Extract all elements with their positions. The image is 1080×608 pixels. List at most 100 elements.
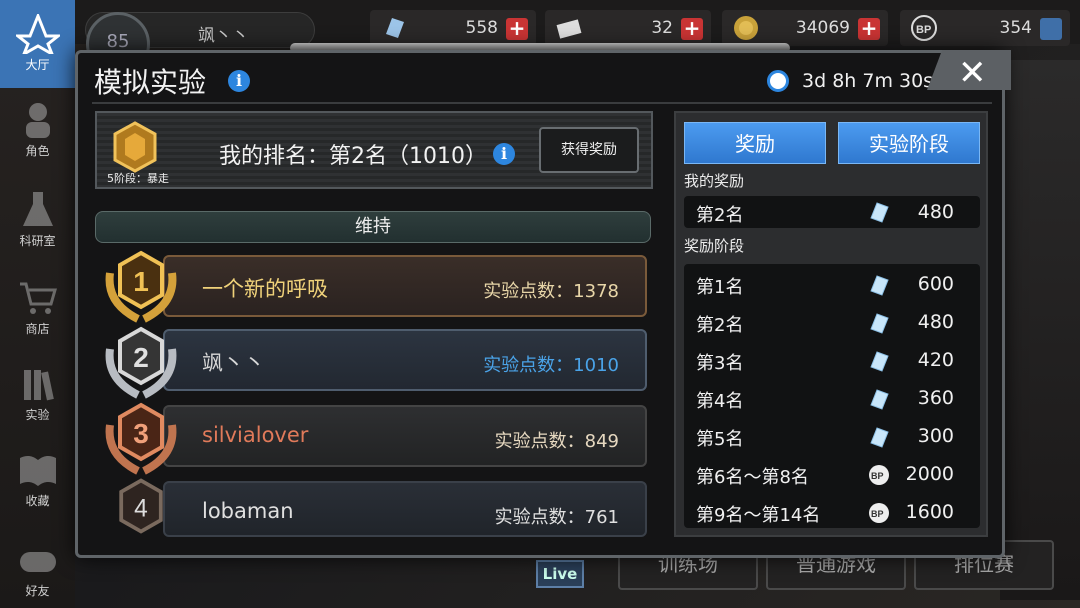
player-name: 飒丶丶	[202, 351, 265, 375]
ranking-row-4[interactable]: lobaman 实验点数：761	[163, 481, 647, 537]
sidebar-item-label: 角色	[25, 144, 50, 158]
reward-stage-item: 第1名 600	[684, 266, 980, 304]
reward-stage-item: 第4名 360	[684, 380, 980, 418]
diamond-icon	[870, 313, 889, 334]
sidebar-item-label: 好友	[25, 584, 50, 598]
coin-icon	[734, 16, 758, 40]
resource-value: 32	[651, 18, 673, 38]
reward-panel: 奖励 实验阶段 我的奖励 第2名 480 奖励阶段 第1名 600 第2名 48…	[674, 111, 988, 537]
tab-experiment-stage[interactable]: 实验阶段	[838, 122, 980, 164]
character-icon	[25, 103, 50, 138]
ranking-row-1[interactable]: 一个新的呼吸 实验点数：1378	[163, 255, 647, 317]
diamond-icon	[870, 427, 889, 448]
reward-stage-item: 第2名 480	[684, 304, 980, 342]
resource-bp[interactable]: BP 354	[900, 10, 1070, 46]
diamond-icon	[870, 202, 889, 223]
status-bar: 维持	[95, 211, 651, 243]
resource-value: 354	[999, 18, 1032, 38]
rank-1-medal-icon: 1	[105, 250, 177, 323]
player-points: 实验点数：1378	[483, 281, 619, 302]
flask-icon	[22, 192, 53, 226]
bp-icon: BP	[869, 465, 889, 485]
reward-value: 2000	[905, 463, 954, 485]
reward-rank: 第4名	[696, 391, 744, 412]
sidebar-item-collection[interactable]: 收藏	[0, 450, 75, 509]
sidebar-item-character[interactable]: 角色	[0, 100, 75, 159]
reward-value: 360	[917, 387, 954, 409]
book-icon	[19, 455, 56, 486]
simulation-experiment-modal: 模拟实验 i 3d 8h 7m 30s ✕ 5阶段：暴走 我的排名：第2名（10…	[75, 50, 1011, 558]
reward-value: 480	[917, 201, 954, 223]
reward-stage-item: 第9名～第14名 BP 1600	[684, 494, 980, 532]
reward-value: 420	[917, 349, 954, 371]
stopwatch-icon	[767, 70, 789, 92]
ranking-row-3[interactable]: silvialover 实验点数：849	[163, 405, 647, 467]
tab-rewards[interactable]: 奖励	[684, 122, 826, 164]
modal-title: 模拟实验	[94, 66, 207, 99]
diamond-icon	[870, 351, 889, 372]
add-coins-button[interactable]: +	[858, 18, 880, 40]
reward-value: 600	[917, 273, 954, 295]
add-diamonds-button[interactable]: +	[506, 18, 528, 40]
player-name: lobaman	[202, 499, 294, 523]
rank-2-medal-icon: 2	[105, 326, 177, 399]
bp-book-button[interactable]	[1040, 18, 1062, 40]
resource-diamonds[interactable]: 558 +	[370, 10, 536, 46]
reward-rank: 第2名	[696, 205, 744, 226]
sidebar-item-lobby[interactable]: 大厅	[0, 0, 75, 88]
resource-value: 34069	[795, 18, 850, 38]
player-name: 飒丶丶	[198, 26, 249, 46]
rank-4-medal-icon: 4	[119, 478, 163, 534]
my-rank-panel: 5阶段：暴走 我的排名：第2名（1010） i 获得奖励	[95, 111, 653, 189]
sidebar-item-label: 大厅	[25, 58, 50, 72]
reward-rank: 第9名～第14名	[696, 505, 821, 526]
reward-value: 1600	[905, 501, 954, 523]
books-icon	[23, 370, 54, 401]
bp-icon: BP	[869, 503, 889, 523]
rank-3-medal-icon: 3	[105, 402, 177, 475]
reward-stage-label: 奖励阶段	[684, 237, 745, 255]
diamond-icon	[870, 275, 889, 296]
cart-icon	[19, 282, 57, 314]
background-art	[1000, 60, 1080, 600]
reward-rank: 第1名	[696, 277, 744, 298]
reward-rank: 第5名	[696, 429, 744, 450]
sidebar-item-label: 科研室	[19, 234, 56, 248]
sidebar-item-label: 商店	[25, 322, 50, 336]
add-tickets-button[interactable]: +	[681, 18, 703, 40]
reward-stage-list: 第1名 600 第2名 480 第3名 420 第4名 360 第5名 300 …	[684, 264, 980, 528]
gamepad-icon	[19, 552, 56, 572]
reward-rank: 第3名	[696, 353, 744, 374]
rank-info-icon[interactable]: i	[493, 143, 515, 165]
title-info-icon[interactable]: i	[228, 70, 250, 92]
sidebar-item-shop[interactable]: 商店	[0, 278, 75, 337]
my-reward-label: 我的奖励	[684, 172, 745, 190]
reward-value: 480	[917, 311, 954, 333]
reward-rank: 第2名	[696, 315, 744, 336]
sidebar-item-lab[interactable]: 科研室	[0, 190, 75, 249]
resource-tickets[interactable]: 32 +	[545, 10, 711, 46]
lobby-icon	[15, 14, 60, 54]
sidebar-item-label: 收藏	[25, 494, 50, 508]
sidebar-item-friends[interactable]: 好友	[0, 540, 75, 599]
ranking-row-2[interactable]: 飒丶丶 实验点数：1010	[163, 329, 647, 391]
diamond-icon	[386, 18, 404, 38]
reward-rank: 第6名～第8名	[696, 467, 809, 488]
resource-coins[interactable]: 34069 +	[722, 10, 888, 46]
bp-icon: BP	[911, 15, 937, 41]
diamond-icon	[870, 389, 889, 410]
reward-stage-item: 第6名～第8名 BP 2000	[684, 456, 980, 494]
player-name: 一个新的呼吸	[202, 277, 328, 301]
live-button[interactable]: Live	[536, 560, 584, 588]
get-reward-button[interactable]: 获得奖励	[539, 127, 639, 173]
sidebar-item-experiment[interactable]: 实验	[0, 364, 75, 423]
reward-stage-item: 第3名 420	[684, 342, 980, 380]
player-points: 实验点数：761	[494, 507, 619, 528]
player-points: 实验点数：1010	[483, 355, 619, 376]
rank-number: 1	[133, 266, 149, 297]
svg-text:BP: BP	[871, 471, 884, 481]
ticket-icon	[556, 19, 582, 39]
close-icon[interactable]: ✕	[958, 53, 987, 93]
reward-stage-item: 第5名 300	[684, 418, 980, 456]
divider	[92, 102, 992, 104]
